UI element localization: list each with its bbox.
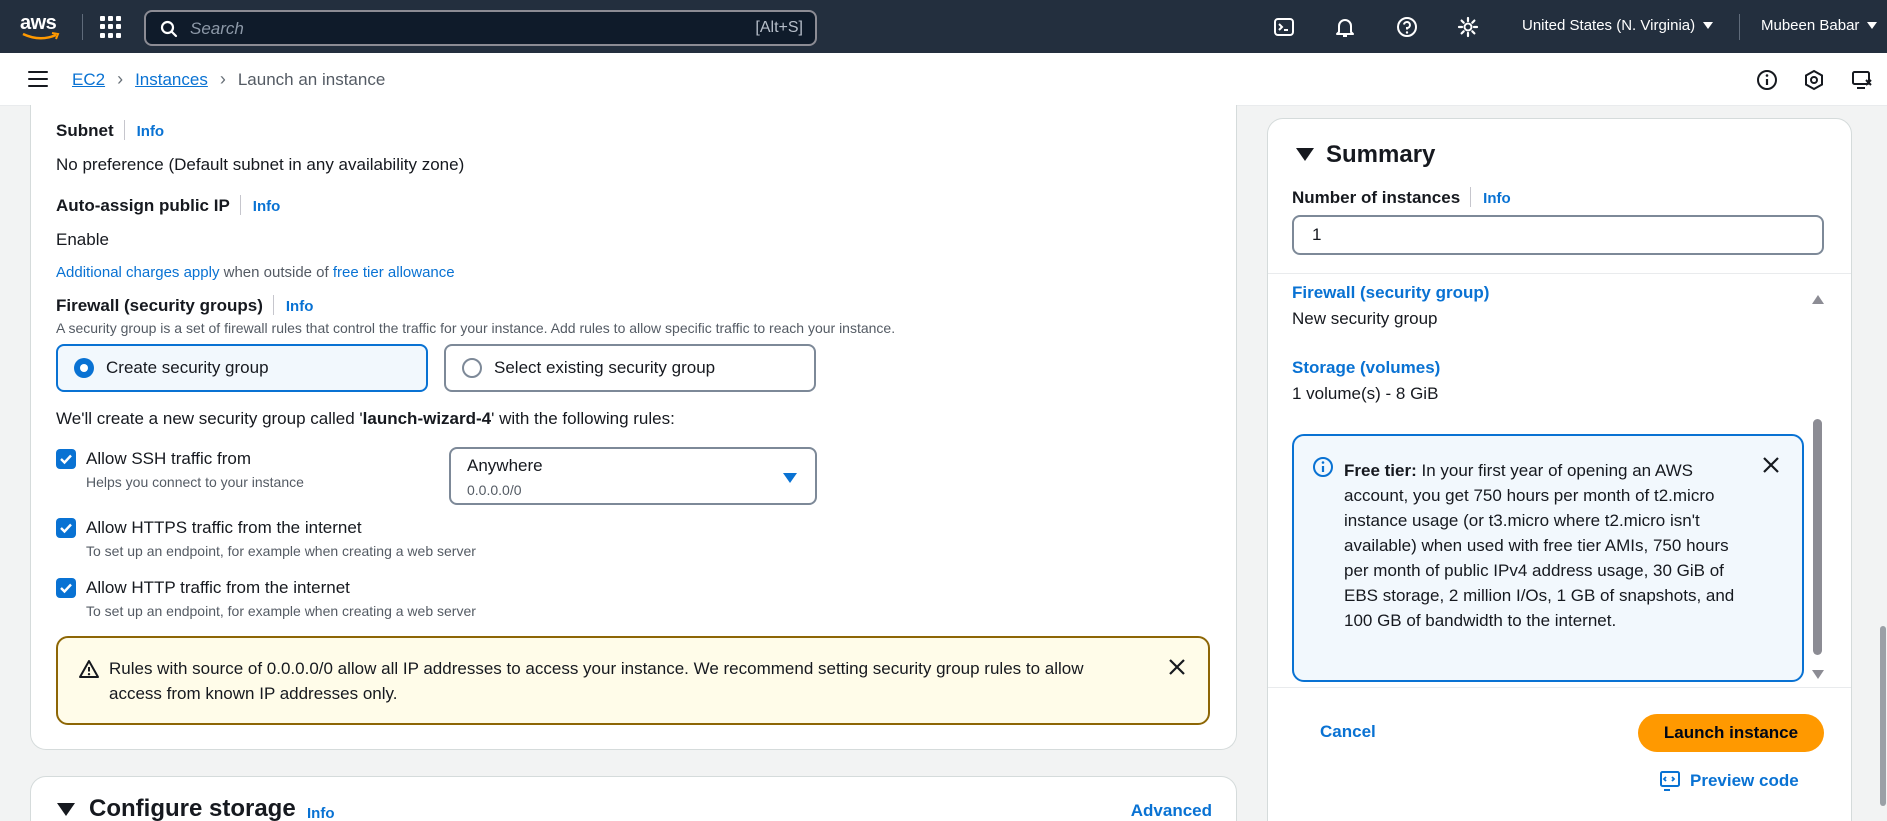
summary-title[interactable]: Summary: [1326, 141, 1435, 169]
free-tier-allowance-link[interactable]: free tier allowance: [333, 264, 455, 281]
configure-storage-section: Configure storage Info Advanced: [30, 776, 1237, 821]
https-rule-help: To set up an endpoint, for example when …: [86, 543, 476, 559]
chevron-right-icon: ›: [117, 69, 124, 89]
aws-smile-icon: [22, 32, 60, 40]
info-circle-icon: [1313, 457, 1333, 477]
summary-panel: Summary Number of instances Info 1 Firewa…: [1267, 118, 1852, 821]
http-rule-help: To set up an endpoint, for example when …: [86, 603, 476, 619]
caret-down-icon[interactable]: [1296, 148, 1314, 161]
region-selector[interactable]: United States (N. Virginia): [1522, 17, 1714, 34]
menu-hamburger-icon[interactable]: [28, 71, 48, 87]
breadcrumb-ec2[interactable]: EC2: [72, 70, 105, 90]
subnet-label: Subnet Info: [56, 120, 165, 140]
code-window-icon: [1660, 771, 1680, 791]
security-group-create-text: We'll create a new security group called…: [56, 409, 675, 428]
cloudshell-icon[interactable]: [1271, 14, 1297, 40]
firewall-info-link[interactable]: Info: [286, 298, 314, 315]
summary-storage-value: 1 volume(s) - 8 GiB: [1292, 384, 1439, 403]
warning-text: Rules with source of 0.0.0.0/0 allow all…: [109, 659, 1084, 703]
charges-note: Additional charges apply when outside of…: [56, 264, 455, 281]
search-icon: [160, 20, 178, 38]
select-existing-security-group-option[interactable]: Select existing security group: [444, 344, 816, 392]
check-icon: [60, 583, 72, 594]
ssh-checkbox[interactable]: [56, 449, 76, 469]
subnet-info-link[interactable]: Info: [137, 123, 165, 140]
ssh-rule-help: Helps you connect to your instance: [86, 474, 304, 490]
free-tier-alert: Free tier: In your first year of opening…: [1292, 434, 1804, 682]
auto-assign-ip-label: Auto-assign public IP Info: [56, 195, 281, 215]
ssh-source-select[interactable]: Anywhere 0.0.0.0/0: [449, 447, 817, 505]
caret-down-icon: [783, 473, 797, 483]
warning-triangle-icon: [79, 660, 99, 678]
auto-ip-info-link[interactable]: Info: [253, 198, 281, 215]
caret-down-icon[interactable]: [57, 803, 75, 816]
breadcrumb-current: Launch an instance: [237, 69, 386, 89]
https-rule-label: Allow HTTPS traffic from the internet: [86, 518, 362, 537]
divider: [1739, 14, 1740, 40]
feedback-monitor-icon[interactable]: [1849, 67, 1875, 93]
services-grid-icon[interactable]: [100, 16, 122, 38]
page-scrollbar[interactable]: [1878, 106, 1887, 821]
summary-firewall-link[interactable]: Firewall (security group): [1292, 283, 1489, 303]
auto-assign-ip-value: Enable: [56, 230, 109, 249]
breadcrumb-instances[interactable]: Instances: [135, 70, 208, 90]
summary-firewall-value: New security group: [1292, 309, 1438, 328]
radio-unselected[interactable]: [462, 358, 482, 378]
hexagon-settings-icon[interactable]: [1801, 67, 1827, 93]
check-icon: [60, 454, 72, 465]
scroll-down-icon[interactable]: [1812, 670, 1824, 679]
close-icon[interactable]: [1762, 456, 1780, 474]
user-menu[interactable]: Mubeen Babar: [1761, 17, 1878, 34]
search-placeholder: Search: [190, 19, 244, 38]
divider: [82, 14, 83, 40]
notifications-bell-icon[interactable]: [1332, 14, 1358, 40]
caret-down-icon: [1703, 22, 1714, 29]
check-icon: [60, 523, 72, 534]
search-input[interactable]: Search [Alt+S]: [144, 10, 817, 46]
subnet-value: No preference (Default subnet in any ava…: [56, 155, 465, 174]
search-shortcut: [Alt+S]: [755, 19, 803, 36]
number-of-instances-label: Number of instances Info: [1292, 187, 1511, 207]
aws-logo[interactable]: aws: [20, 12, 64, 42]
security-group-name: launch-wizard-4: [362, 409, 492, 428]
firewall-label: Firewall (security groups) Info: [56, 295, 314, 315]
free-tier-text: Free tier: In your first year of opening…: [1344, 461, 1735, 630]
breadcrumb-bar: EC2 › Instances › Launch an instance: [0, 53, 1887, 106]
scroll-up-icon[interactable]: [1812, 295, 1824, 304]
additional-charges-link[interactable]: Additional charges apply: [56, 264, 219, 281]
create-security-group-option[interactable]: Create security group: [56, 344, 428, 392]
number-of-instances-input[interactable]: 1: [1292, 215, 1824, 255]
open-access-warning: Rules with source of 0.0.0.0/0 allow all…: [56, 636, 1210, 725]
http-checkbox[interactable]: [56, 578, 76, 598]
launch-instance-button[interactable]: Launch instance: [1638, 714, 1824, 752]
ssh-rule-label: Allow SSH traffic from: [86, 449, 252, 468]
https-checkbox[interactable]: [56, 518, 76, 538]
advanced-link[interactable]: Advanced: [1131, 801, 1212, 821]
help-icon[interactable]: [1394, 14, 1420, 40]
divider: [1268, 687, 1851, 688]
caret-down-icon: [1867, 22, 1878, 29]
storage-info-link[interactable]: Info: [307, 805, 335, 821]
scroll-thumb[interactable]: [1813, 419, 1822, 655]
radio-selected[interactable]: [74, 358, 94, 378]
http-rule-label: Allow HTTP traffic from the internet: [86, 578, 350, 597]
close-icon[interactable]: [1168, 658, 1186, 676]
breadcrumb: EC2 › Instances › Launch an instance: [72, 69, 385, 90]
preview-code-button[interactable]: Preview code: [1660, 771, 1799, 791]
page-scroll-thumb[interactable]: [1880, 626, 1886, 806]
top-navigation: aws Search [Alt+S] United States (N. Vir…: [0, 0, 1887, 53]
configure-storage-title[interactable]: Configure storage: [89, 795, 296, 821]
info-circle-icon[interactable]: [1754, 67, 1780, 93]
summary-scrollbar[interactable]: [1810, 295, 1824, 679]
settings-gear-icon[interactable]: [1455, 14, 1481, 40]
divider: [1268, 273, 1851, 274]
instances-info-link[interactable]: Info: [1483, 190, 1511, 207]
firewall-description: A security group is a set of firewall ru…: [56, 320, 896, 336]
chevron-right-icon: ›: [219, 69, 226, 89]
cancel-button[interactable]: Cancel: [1320, 722, 1376, 742]
summary-storage-link[interactable]: Storage (volumes): [1292, 358, 1440, 378]
